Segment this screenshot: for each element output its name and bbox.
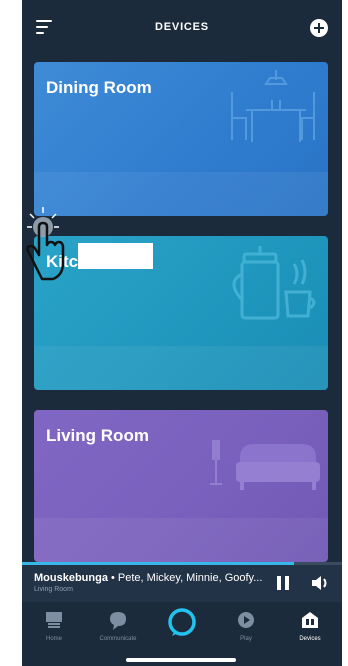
playback-progress-fill: [22, 562, 294, 565]
add-device-icon[interactable]: [310, 19, 328, 37]
now-playing-bar[interactable]: Mouskebunga • Pete, Mickey, Minnie, Goof…: [22, 562, 342, 602]
nav-label: Devices: [299, 636, 321, 642]
bottom-nav: Home Communicate Play Devices: [22, 602, 342, 666]
playing-device: Living Room: [34, 586, 73, 593]
nav-label: Play: [240, 636, 252, 642]
alexa-ring-icon[interactable]: [166, 606, 198, 638]
floor-decoration: [34, 346, 328, 390]
coffee-press-illustration: [232, 246, 316, 320]
nav-communicate[interactable]: Communicate: [86, 606, 150, 646]
room-card-living-room[interactable]: Living Room: [34, 410, 328, 562]
track-separator: •: [107, 572, 118, 584]
devices-icon: [302, 612, 318, 628]
room-name: Living Room: [46, 426, 149, 445]
top-bar: DEVICES: [22, 0, 342, 56]
sofa-illustration: [210, 440, 320, 490]
track-info: Mouskebunga • Pete, Mickey, Minnie, Goof…: [34, 572, 264, 584]
nav-play[interactable]: Play: [214, 606, 278, 646]
room-card-dining-room[interactable]: Dining Room: [34, 62, 328, 216]
nav-label: Home: [45, 636, 62, 642]
floor-decoration: [34, 518, 328, 562]
home-indicator: [126, 658, 236, 662]
devices-screen: DEVICES Dining Room Kitch Living Room Mo…: [22, 0, 342, 666]
pause-icon[interactable]: [277, 576, 289, 590]
home-icon: [46, 612, 62, 628]
dining-table-illustration: [231, 70, 315, 142]
tap-gesture-icon: [26, 207, 65, 281]
track-title: Mouskebunga: [34, 572, 108, 584]
room-name: Dining Room: [46, 78, 152, 97]
floor-decoration: [34, 172, 328, 216]
nav-label: Communicate: [99, 636, 137, 642]
playback-progress: [22, 562, 342, 565]
chat-bubble-icon: [110, 612, 126, 630]
nav-home[interactable]: Home: [22, 606, 86, 646]
page-title: DEVICES: [155, 21, 209, 33]
nav-devices[interactable]: Devices: [278, 606, 342, 646]
redaction-box: [78, 243, 153, 269]
track-artists: Pete, Mickey, Minnie, Goofy...: [117, 572, 263, 584]
volume-icon[interactable]: [310, 575, 330, 591]
play-icon: [238, 612, 254, 628]
